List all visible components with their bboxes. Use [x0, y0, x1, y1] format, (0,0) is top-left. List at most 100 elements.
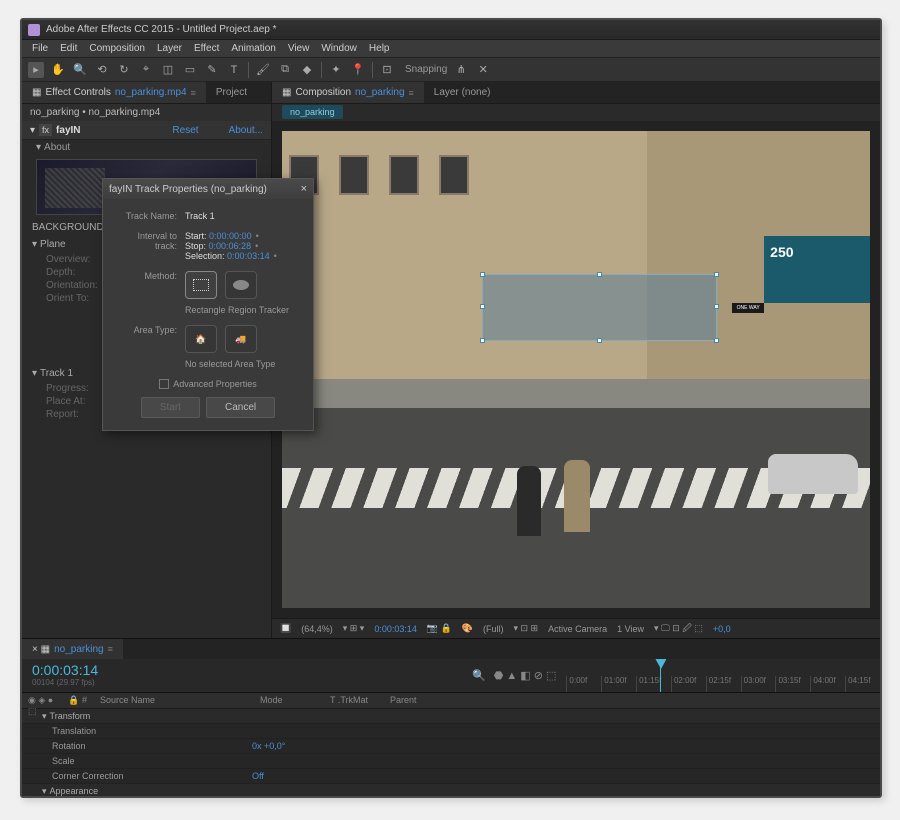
timeline-timecode[interactable]: 0:00:03:14	[32, 662, 452, 678]
snap-opt2-icon[interactable]: ✕	[475, 62, 491, 78]
tab-close-icon[interactable]: ≡	[409, 88, 414, 98]
snap-opt1-icon[interactable]: ⋔	[453, 62, 469, 78]
menu-animation[interactable]: Animation	[225, 43, 281, 54]
tl-toggle-icon[interactable]: ⬣ ▲ ◧ ⊘ ⬚	[494, 669, 557, 682]
tracking-region[interactable]	[482, 274, 717, 341]
handle-icon[interactable]	[480, 272, 485, 277]
menu-view[interactable]: View	[282, 43, 316, 54]
tab-timeline-comp[interactable]: × ▦ no_parking ≡	[22, 639, 123, 659]
effect-row[interactable]: ▾ fx fayIN Reset About...	[22, 121, 271, 140]
cloud-tracker-icon[interactable]	[225, 271, 257, 299]
about-section[interactable]: ▾About	[22, 140, 271, 155]
tab-effect-controls[interactable]: ▦ Effect Controls no_parking.mp4 ≡	[22, 82, 206, 103]
handle-icon[interactable]	[597, 272, 602, 277]
disclose-icon[interactable]: ▾	[30, 125, 35, 136]
dialog-title-text: fayIN Track Properties (no_parking)	[109, 184, 267, 195]
menu-help[interactable]: Help	[363, 43, 396, 54]
menu-window[interactable]: Window	[315, 43, 363, 54]
orbit-tool-icon[interactable]: ⟲	[94, 62, 110, 78]
clone-tool-icon[interactable]: ⧉	[277, 62, 293, 78]
tab-composition[interactable]: ▦ Composition no_parking ≡	[272, 82, 424, 103]
menu-file[interactable]: File	[26, 43, 54, 54]
track-name-value[interactable]: Track 1	[185, 211, 299, 221]
rect-tool-icon[interactable]: ▭	[182, 62, 198, 78]
dialog-titlebar[interactable]: fayIN Track Properties (no_parking) ×	[103, 179, 313, 199]
col-mode: Mode	[254, 693, 324, 708]
zoom-dropdown[interactable]: (64,4%)	[301, 624, 333, 634]
cancel-button[interactable]: Cancel	[206, 397, 275, 418]
brush-tool-icon[interactable]: 🖌	[255, 62, 271, 78]
magnify-icon[interactable]: 🔲	[280, 623, 291, 634]
pan-behind-tool-icon[interactable]: ◫	[160, 62, 176, 78]
search-icon[interactable]: 🔍	[472, 669, 486, 682]
playhead[interactable]	[660, 659, 661, 692]
row-translation[interactable]: Translation	[22, 724, 880, 739]
resolution-icon[interactable]: ▾ ⊞ ▾	[343, 623, 365, 634]
menu-layer[interactable]: Layer	[151, 43, 188, 54]
row-transform[interactable]: ▾Transform	[22, 709, 880, 724]
breadcrumb-item[interactable]: no_parking	[282, 105, 343, 119]
menu-composition[interactable]: Composition	[83, 43, 151, 54]
col-source[interactable]: Source Name	[94, 693, 254, 708]
selection-time[interactable]: 0:00:03:14	[227, 251, 270, 261]
puppet-tool-icon[interactable]: 📍	[350, 62, 366, 78]
about-link[interactable]: About...	[229, 125, 263, 136]
tab-close-icon[interactable]: ≡	[191, 88, 196, 98]
composition-viewer[interactable]: ONE WAY	[272, 121, 880, 618]
zoom-tool-icon[interactable]: 🔍	[72, 62, 88, 78]
fx-badge[interactable]: fx	[39, 124, 52, 136]
tab-close-icon[interactable]: ≡	[108, 644, 113, 654]
handle-icon[interactable]	[714, 338, 719, 343]
eraser-tool-icon[interactable]: ◆	[299, 62, 315, 78]
stop-time[interactable]: 0:00:06:28	[209, 241, 252, 251]
snapshot-icon[interactable]: 📷 🔒	[427, 623, 452, 634]
tab-project[interactable]: Project	[206, 82, 257, 103]
ruler-tick: 03:15f	[775, 676, 810, 692]
selection-tool-icon[interactable]: ▸	[28, 62, 44, 78]
area-truck-icon[interactable]: 🚚	[225, 325, 257, 353]
handle-icon[interactable]	[597, 338, 602, 343]
area-house-icon[interactable]: 🏠	[185, 325, 217, 353]
rotation-value[interactable]: 0x +0,0°	[252, 741, 285, 751]
tab-layer[interactable]: Layer (none)	[424, 82, 501, 103]
snap-icon[interactable]: ⊡	[379, 62, 395, 78]
current-time[interactable]: 0:00:03:14	[374, 624, 417, 634]
resolution-dropdown[interactable]: (Full)	[483, 624, 504, 634]
view-opts-icon[interactable]: ▾ 🖵 ⊡ 🖉 ⬚	[654, 621, 703, 637]
menu-effect[interactable]: Effect	[188, 43, 225, 54]
handle-icon[interactable]	[480, 304, 485, 309]
advanced-properties-toggle[interactable]: Advanced Properties	[117, 379, 299, 389]
start-time[interactable]: 0:00:00:00	[209, 231, 252, 241]
handle-icon[interactable]	[714, 272, 719, 277]
close-icon[interactable]: ×	[301, 183, 307, 195]
handle-icon[interactable]	[480, 338, 485, 343]
roto-tool-icon[interactable]: ✦	[328, 62, 344, 78]
row-scale[interactable]: Scale	[22, 754, 880, 769]
composition-panel: ▦ Composition no_parking ≡ Layer (none) …	[272, 82, 880, 638]
grid-icon[interactable]: ▾ ⊡ ⊞	[514, 623, 539, 634]
corner-value[interactable]: Off	[252, 771, 264, 781]
timeline-ruler[interactable]: 0:00f 01:00f 01:15f 02:00f 02:15f 03:00f…	[566, 659, 880, 692]
row-appearance[interactable]: ▾Appearance	[22, 784, 880, 798]
viewer-controls: 🔲 (64,4%) ▾ ⊞ ▾ 0:00:03:14 📷 🔒 🎨 (Full) …	[272, 618, 880, 638]
exposure-value[interactable]: +0,0	[713, 624, 731, 634]
interval-label: Interval to track:	[117, 231, 185, 251]
hand-tool-icon[interactable]: ✋	[50, 62, 66, 78]
row-corner-correction[interactable]: Corner CorrectionOff	[22, 769, 880, 784]
start-button[interactable]: Start	[141, 397, 200, 418]
snapping-label[interactable]: Snapping	[405, 64, 447, 75]
checkbox-icon[interactable]	[159, 379, 169, 389]
text-tool-icon[interactable]: T	[226, 62, 242, 78]
row-rotation[interactable]: Rotation0x +0,0°	[22, 739, 880, 754]
views-dropdown[interactable]: 1 View	[617, 624, 644, 634]
menu-edit[interactable]: Edit	[54, 43, 83, 54]
reset-link[interactable]: Reset	[172, 125, 198, 136]
color-mgmt-icon[interactable]: 🎨	[462, 623, 473, 634]
handle-icon[interactable]	[714, 304, 719, 309]
camera-dropdown[interactable]: Active Camera	[548, 624, 607, 634]
pen-tool-icon[interactable]: ✎	[204, 62, 220, 78]
camera-tool-icon[interactable]: ⌖	[138, 62, 154, 78]
rect-tracker-icon[interactable]	[185, 271, 217, 299]
rotate-tool-icon[interactable]: ↻	[116, 62, 132, 78]
video-person	[564, 460, 590, 532]
